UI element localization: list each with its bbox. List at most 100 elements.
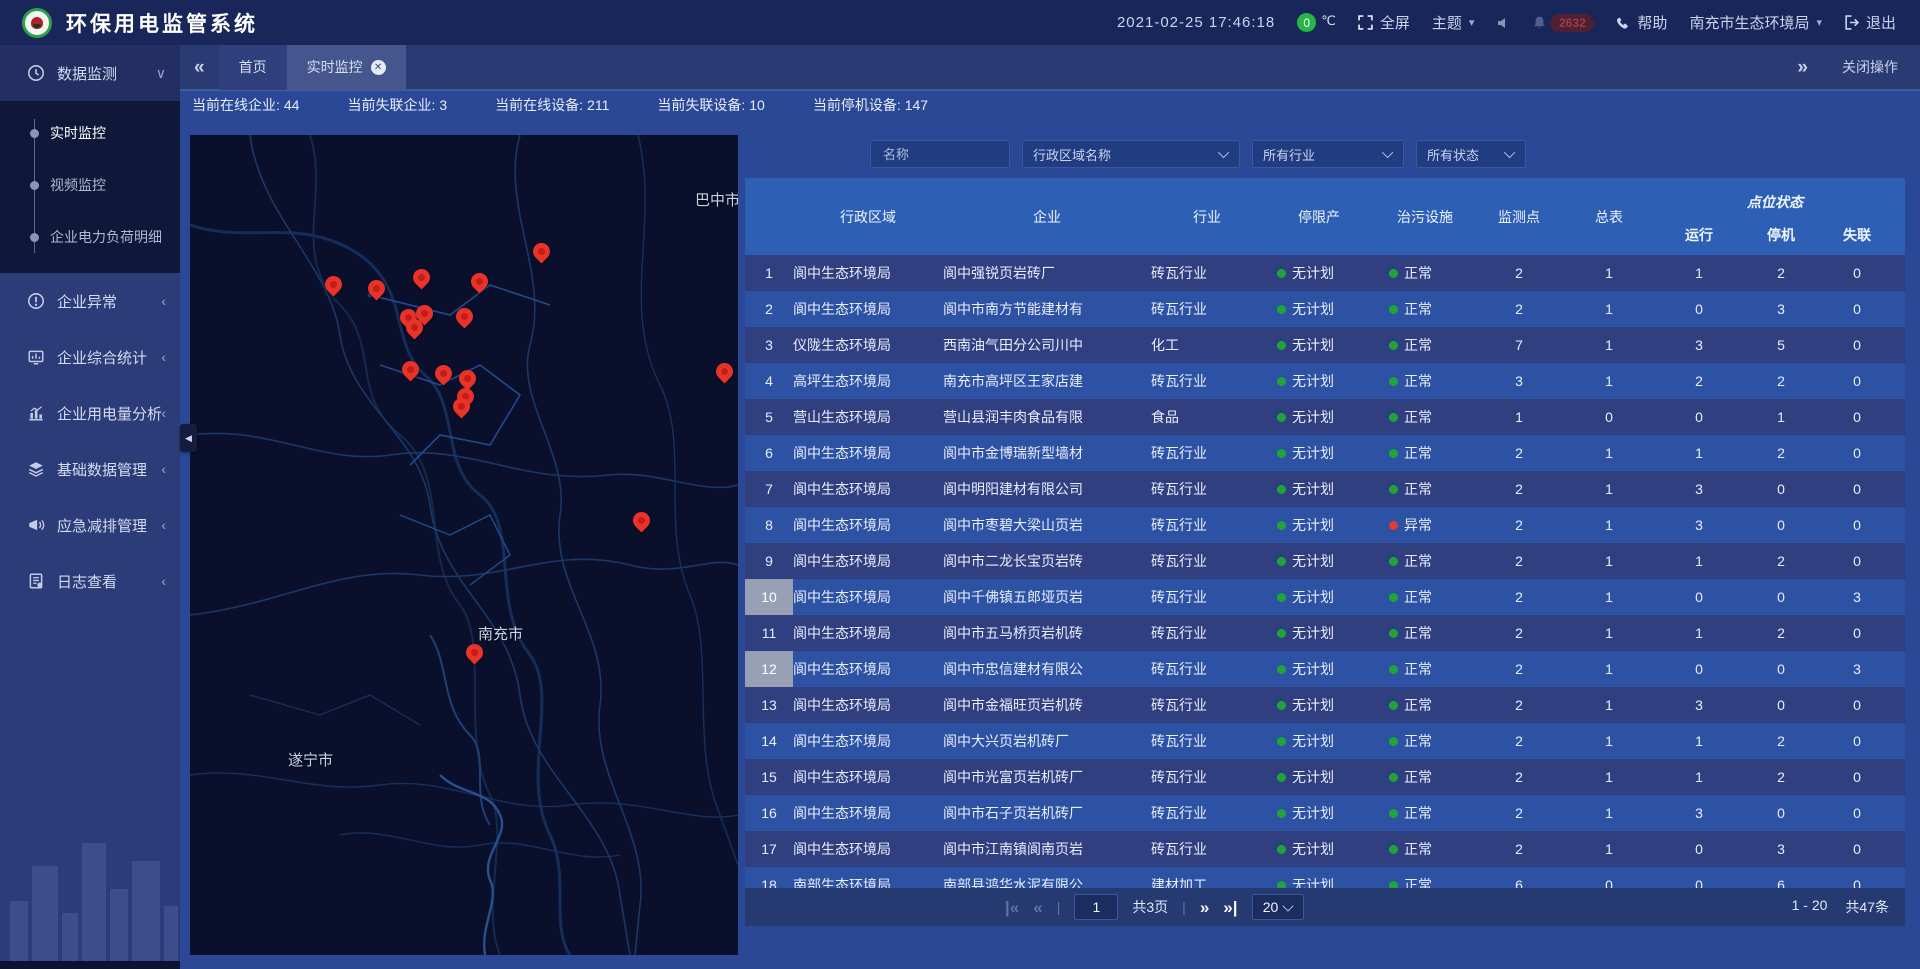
status-dot-icon — [1389, 557, 1398, 566]
offline-count-cell: 0 — [1819, 409, 1895, 425]
table-row[interactable]: 16阆中生态环境局阆中市石子页岩机砖厂砖瓦行业无计划正常21300 — [745, 795, 1905, 831]
pollution-facility-status-text: 正常 — [1404, 335, 1432, 355]
table-row[interactable]: 10阆中生态环境局阆中千佛镇五郎垭页岩砖瓦行业无计划正常21003 — [745, 579, 1905, 615]
sidebar-item[interactable]: 基础数据管理‹ — [0, 441, 180, 497]
pollution-facility-status-cell: 正常 — [1375, 407, 1475, 427]
table-row[interactable]: 8阆中生态环境局阆中市枣碧大梁山页岩砖瓦行业无计划异常21300 — [745, 507, 1905, 543]
table-row[interactable]: 12阆中生态环境局阆中市忠信建材有限公砖瓦行业无计划正常21003 — [745, 651, 1905, 687]
status-dot-icon — [1389, 341, 1398, 350]
industry-cell: 砖瓦行业 — [1151, 659, 1263, 679]
table-header-cell: 治污设施 — [1375, 178, 1475, 255]
table-row[interactable]: 11阆中生态环境局阆中市五马桥页岩机砖砖瓦行业无计划正常21120 — [745, 615, 1905, 651]
page-size-value: 20 — [1263, 899, 1279, 915]
map-city-label: 遂宁市 — [288, 749, 333, 770]
stop-limit-status-cell: 无计划 — [1263, 731, 1375, 751]
sidebar-item-label: 数据监测 — [57, 63, 117, 84]
help-button[interactable]: 帮助 — [1616, 12, 1667, 33]
close-icon[interactable]: ✕ — [371, 60, 386, 75]
sidebar-subitem-label: 视频监控 — [50, 175, 106, 195]
pollution-facility-status-cell: 正常 — [1375, 803, 1475, 823]
sidebar-item-label: 企业综合统计 — [57, 347, 147, 368]
monitor-points-cell: 2 — [1475, 661, 1563, 677]
bullet-icon — [30, 233, 39, 242]
sidebar-item[interactable]: 日志查看‹ — [0, 553, 180, 609]
tabs-scroll-right-button[interactable]: » — [1783, 58, 1822, 77]
tab-item[interactable]: 首页 — [219, 45, 287, 90]
table-row[interactable]: 13阆中生态环境局阆中市金福旺页岩机砖砖瓦行业无计划正常21300 — [745, 687, 1905, 723]
name-filter-field[interactable] — [870, 140, 1010, 168]
name-filter-input[interactable] — [881, 146, 999, 163]
next-page-button[interactable]: » — [1200, 899, 1209, 916]
status-filter-select[interactable]: 所有状态 — [1416, 140, 1526, 168]
prev-page-button[interactable]: « — [1033, 899, 1042, 916]
sound-mute-button[interactable] — [1496, 16, 1510, 30]
stat-value: 3 — [439, 97, 447, 113]
status-dot-icon — [1277, 557, 1286, 566]
table-row[interactable]: 9阆中生态环境局阆中市二龙长宝页岩砖砖瓦行业无计划正常21120 — [745, 543, 1905, 579]
sidebar-item[interactable]: 企业综合统计‹ — [0, 329, 180, 385]
offline-count-cell: 0 — [1819, 445, 1895, 461]
running-count-cell: 3 — [1655, 337, 1743, 353]
company-cell: 阆中市金博瑞新型墙材 — [943, 443, 1151, 463]
table-row[interactable]: 5营山生态环境局营山县润丰肉食品有限食品无计划正常10010 — [745, 399, 1905, 435]
monitor-points-cell: 2 — [1475, 733, 1563, 749]
stopped-count-cell: 2 — [1743, 769, 1819, 785]
tabs-scroll-left-button[interactable]: « — [180, 58, 219, 77]
tab-active[interactable]: 实时监控✕ — [287, 45, 406, 90]
region-filter-select[interactable]: 行政区域名称 — [1022, 140, 1240, 168]
gis-map[interactable]: 巴中市 南充市 遂宁市 — [190, 135, 738, 955]
table-row[interactable]: 18南部生态环境局南部县鸿华水泥有限公建材加工无计划正常60060 — [745, 867, 1905, 888]
table-row[interactable]: 15阆中生态环境局阆中市光富页岩机砖厂砖瓦行业无计划正常21120 — [745, 759, 1905, 795]
page-size-select[interactable]: 20 — [1252, 894, 1304, 920]
map-collapse-handle[interactable]: ◀ — [180, 424, 197, 452]
region-cell: 阆中生态环境局 — [793, 479, 943, 499]
table-row[interactable]: 7阆中生态环境局阆中明阳建材有限公司砖瓦行业无计划正常21300 — [745, 471, 1905, 507]
megaphone-icon — [27, 516, 45, 534]
region-cell: 阆中生态环境局 — [793, 587, 943, 607]
table-row[interactable]: 1阆中生态环境局阆中强锐页岩砖厂砖瓦行业无计划正常21120 — [745, 255, 1905, 291]
row-number-cell: 10 — [745, 579, 793, 615]
first-page-button[interactable]: |« — [1005, 899, 1019, 916]
monitor-points-cell: 2 — [1475, 553, 1563, 569]
row-number-cell: 11 — [745, 615, 793, 651]
table-row[interactable]: 3仪陇生态环境局西南油气田分公司川中化工无计划正常71350 — [745, 327, 1905, 363]
last-page-button[interactable]: »| — [1223, 899, 1237, 916]
company-cell: 阆中市南方节能建材有 — [943, 299, 1151, 319]
theme-dropdown[interactable]: 主题 ▾ — [1432, 12, 1475, 33]
total-meters-cell: 1 — [1563, 481, 1655, 497]
sidebar-subitem[interactable]: 视频监控 — [0, 159, 180, 211]
notifications-button[interactable]: 2632 — [1532, 14, 1594, 32]
company-cell: 阆中明阳建材有限公司 — [943, 479, 1151, 499]
pollution-facility-status-cell: 正常 — [1375, 659, 1475, 679]
logout-button[interactable]: 退出 — [1844, 12, 1896, 33]
sidebar-item[interactable]: 企业用电量分析‹ — [0, 385, 180, 441]
company-cell: 阆中市二龙长宝页岩砖 — [943, 551, 1151, 571]
fullscreen-button[interactable]: 全屏 — [1358, 12, 1410, 33]
org-user-dropdown[interactable]: 南充市生态环境局 ▾ — [1689, 12, 1822, 33]
pollution-facility-status-cell: 正常 — [1375, 767, 1475, 787]
industry-cell: 砖瓦行业 — [1151, 443, 1263, 463]
pollution-facility-status-cell: 正常 — [1375, 299, 1475, 319]
table-row[interactable]: 2阆中生态环境局阆中市南方节能建材有砖瓦行业无计划正常21030 — [745, 291, 1905, 327]
sidebar-item[interactable]: 企业异常‹ — [0, 273, 180, 329]
table-row[interactable]: 14阆中生态环境局阆中大兴页岩机砖厂砖瓦行业无计划正常21120 — [745, 723, 1905, 759]
region-cell: 阆中生态环境局 — [793, 299, 943, 319]
table-row[interactable]: 4高坪生态环境局南充市高坪区王家店建砖瓦行业无计划正常31220 — [745, 363, 1905, 399]
sidebar-item[interactable]: 数据监测∨ — [0, 45, 180, 101]
row-number-cell: 15 — [745, 759, 793, 795]
table-row[interactable]: 6阆中生态环境局阆中市金博瑞新型墙材砖瓦行业无计划正常21120 — [745, 435, 1905, 471]
row-number: 9 — [745, 543, 793, 579]
industry-filter-select[interactable]: 所有行业 — [1252, 140, 1404, 168]
company-cell: 阆中市五马桥页岩机砖 — [943, 623, 1151, 643]
close-operations-button[interactable]: 关闭操作 — [1842, 57, 1898, 77]
page-number-input[interactable]: 1 — [1074, 894, 1118, 920]
help-label: 帮助 — [1637, 12, 1667, 33]
table-row[interactable]: 17阆中生态环境局阆中市江南镇阆南页岩砖瓦行业无计划正常21030 — [745, 831, 1905, 867]
monitor-points-cell: 2 — [1475, 841, 1563, 857]
sidebar-subitem[interactable]: 企业电力负荷明细 — [0, 211, 180, 263]
running-count-cell: 0 — [1655, 409, 1743, 425]
stop-limit-status-cell: 无计划 — [1263, 587, 1375, 607]
sidebar-item[interactable]: 应急减排管理‹ — [0, 497, 180, 553]
sidebar-subitem[interactable]: 实时监控 — [0, 107, 180, 159]
pollution-facility-status-cell: 正常 — [1375, 335, 1475, 355]
